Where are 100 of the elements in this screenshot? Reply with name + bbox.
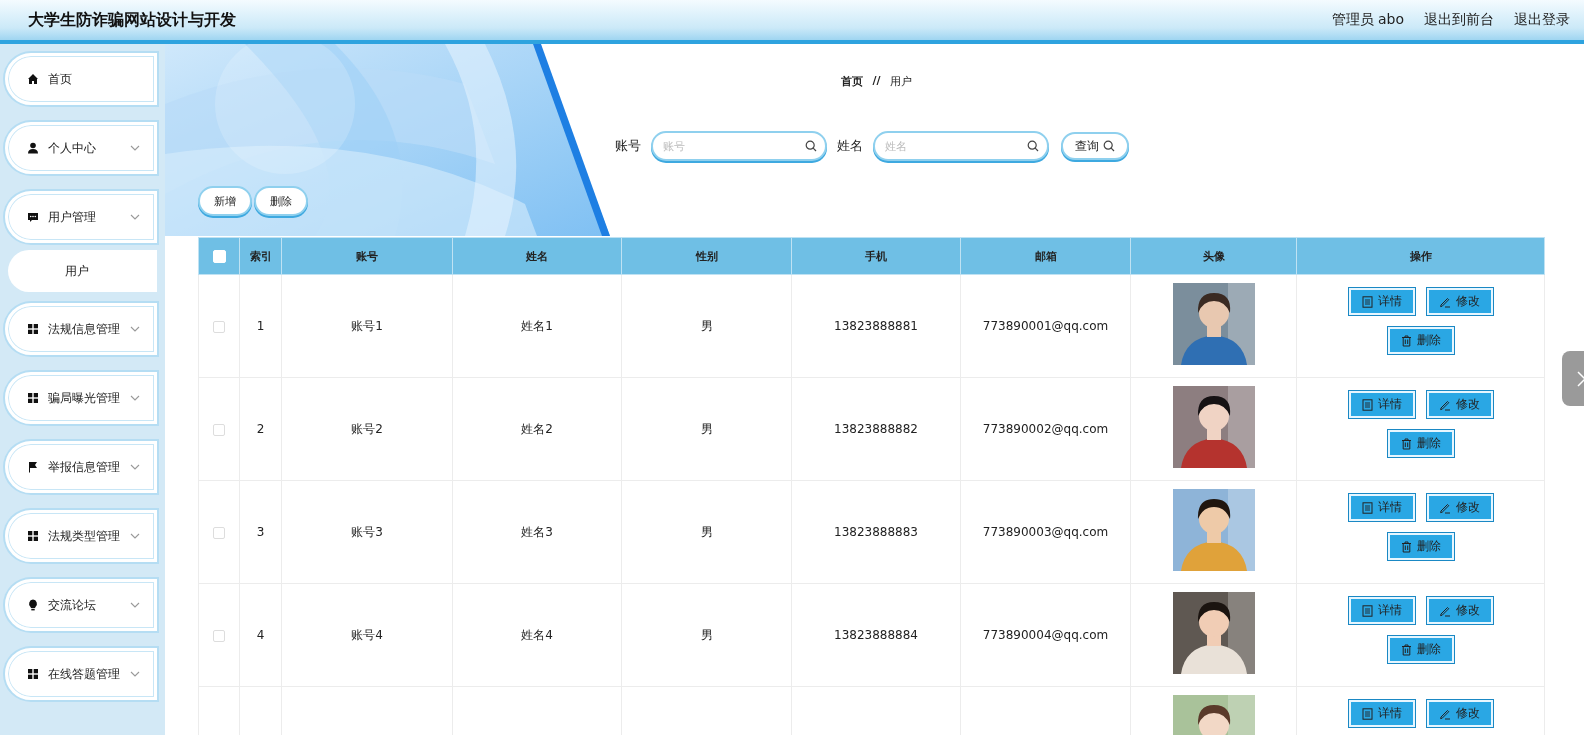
menu-item[interactable]: 举报信息管理 [5,441,157,493]
submenu-item[interactable]: 用户 [8,250,157,292]
table-cell: 男 [621,377,792,481]
detail-button[interactable]: 详情 [1347,390,1416,419]
search-field[interactable]: 姓名 [872,131,1049,161]
table-cell: 男 [621,480,792,584]
detail-button[interactable]: 详情 [1347,493,1416,522]
field-label: 账号 [614,137,641,155]
table-cell: 13823888882 [791,377,961,481]
table-cell: 13823888881 [791,274,961,378]
edit-button[interactable]: 修改 [1425,493,1494,522]
row-checkbox[interactable] [213,526,225,539]
search-icon [1102,140,1115,152]
pencil-icon [1439,707,1451,720]
grid-icon [27,668,39,680]
pencil-icon [1439,295,1451,308]
home-icon [27,73,39,85]
column-header: 邮箱 [960,237,1131,275]
chevron-down-icon [130,464,140,470]
table-cell: 姓名2 [452,377,622,481]
menu-item[interactable]: 交流论坛 [5,579,157,631]
menu-item[interactable]: 用户管理 [5,191,157,243]
search-icon [1026,140,1039,152]
chevron-down-icon [130,602,140,608]
pencil-icon [1439,501,1451,514]
column-header: 账号 [281,237,453,275]
chevron-down-icon [130,214,140,220]
edit-button[interactable]: 修改 [1425,390,1494,419]
query-button[interactable]: 查询 [1060,132,1129,160]
document-icon [1361,604,1373,617]
column-header: 性别 [621,237,792,275]
detail-button[interactable]: 详情 [1347,287,1416,316]
column-header: 手机 [791,237,961,275]
field-label: 姓名 [836,137,863,155]
table-cell: 姓名1 [452,274,622,378]
detail-button[interactable]: 详情 [1347,699,1416,728]
grid-icon [27,323,39,335]
document-icon [1361,295,1373,308]
search-icon [804,140,817,152]
menu-label: 用户管理 [48,208,97,226]
pencil-icon [1439,398,1451,411]
row-checkbox[interactable] [213,629,225,642]
delete-button[interactable]: 删除 [1386,326,1455,355]
delete-button[interactable]: 删除 [1386,635,1455,664]
toolbar-button[interactable]: 新增 [198,186,252,216]
column-header: 头像 [1130,237,1297,275]
trash-icon [1400,334,1412,347]
document-icon [1361,398,1373,411]
table-cell: 773890002@qq.com [960,377,1131,481]
chat-icon [27,211,39,223]
trash-icon [1400,643,1412,656]
column-header: 操作 [1296,237,1545,275]
table-cell: 4 [239,583,282,687]
column-header: 姓名 [452,237,622,275]
table-cell: 账号2 [281,377,453,481]
column-header: 索引 [239,237,282,275]
menu-label: 个人中心 [48,139,97,157]
table-cell: 姓名3 [452,480,622,584]
chevron-down-icon [130,671,140,677]
trash-icon [1400,437,1412,450]
edit-button[interactable]: 修改 [1425,596,1494,625]
menu-label: 法规信息管理 [48,320,121,338]
table-cell: 3 [239,480,282,584]
menu-label: 法规类型管理 [48,527,121,545]
row-checkbox[interactable] [213,320,225,333]
flag-icon [27,461,39,473]
detail-button[interactable]: 详情 [1347,596,1416,625]
table-cell: 账号4 [281,583,453,687]
toolbar-button[interactable]: 删除 [254,186,308,216]
menu-item[interactable]: 法规类型管理 [5,510,157,562]
menu-item[interactable]: 首页 [5,53,157,105]
chevron-right-icon [1576,370,1584,387]
grid-icon [27,392,39,404]
table-cell: 773890001@qq.com [960,274,1131,378]
menu-item[interactable]: 个人中心 [5,122,157,174]
menu-item[interactable]: 法规信息管理 [5,303,157,355]
trash-icon [1400,540,1412,553]
site-title: 大学生防诈骗网站设计与开发 [28,9,236,31]
select-all-checkbox[interactable] [212,249,226,263]
menu-item[interactable]: 骗局曝光管理 [5,372,157,424]
row-checkbox[interactable] [213,423,225,436]
menu-item[interactable]: 在线答题管理 [5,648,157,700]
table-cell: 13823888883 [791,480,961,584]
chevron-down-icon [130,533,140,539]
menu-label: 交流论坛 [48,596,97,614]
table-cell: 773890004@qq.com [960,583,1131,687]
table-cell: 773890003@qq.com [960,480,1131,584]
breadcrumb-link[interactable]: 首页 [841,74,864,92]
breadcrumb-current: 用户 [889,74,912,90]
table-cell: 1 [239,274,282,378]
edit-button[interactable]: 修改 [1425,699,1494,728]
header-link[interactable]: 退出登录 [1514,11,1570,29]
delete-button[interactable]: 删除 [1386,532,1455,561]
table-cell: 账号1 [281,274,453,378]
delete-button[interactable]: 删除 [1386,429,1455,458]
edit-button[interactable]: 修改 [1425,287,1494,316]
header-link[interactable]: 管理员 abo [1331,11,1404,29]
menu-label: 首页 [48,70,73,88]
header-link[interactable]: 退出到前台 [1424,11,1494,29]
chevron-down-icon [130,395,140,401]
